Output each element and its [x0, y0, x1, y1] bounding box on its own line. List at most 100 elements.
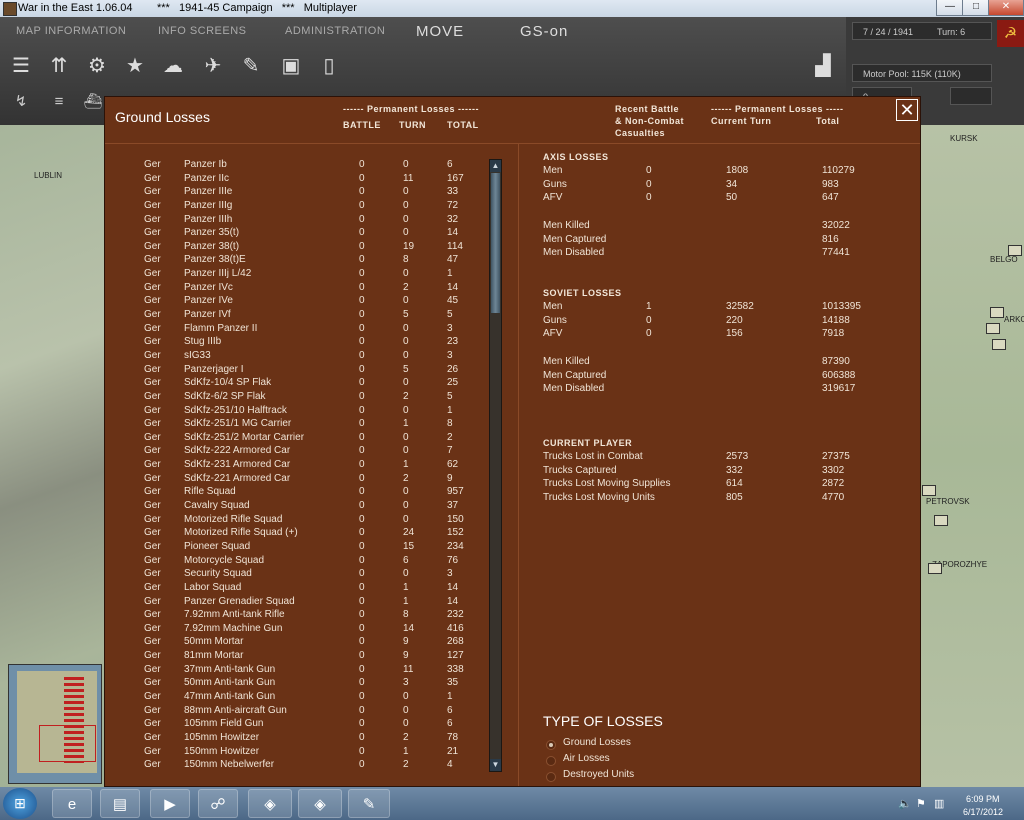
- network-icon[interactable]: ☍: [198, 789, 238, 818]
- table-row[interactable]: Ger Panzer IIIg 0 0 72: [105, 200, 495, 214]
- list-scrollbar[interactable]: ▲ ▼: [489, 159, 502, 772]
- table-row[interactable]: Ger 81mm Mortar 0 9 127: [105, 650, 495, 664]
- close-dialog-button[interactable]: ✕: [896, 99, 918, 121]
- units-icon[interactable]: ⇈: [46, 53, 72, 79]
- table-row[interactable]: Ger Panzer IIIe 0 0 33: [105, 186, 495, 200]
- table-row[interactable]: Ger Panzer 38(t)E 0 8 47: [105, 254, 495, 268]
- volume-icon[interactable]: 🔈: [898, 797, 912, 810]
- table-row[interactable]: Ger Security Squad 0 0 3: [105, 568, 495, 582]
- table-row[interactable]: Ger SdKfz-221 Armored Car 0 2 9: [105, 473, 495, 487]
- radio-ground-losses[interactable]: [546, 740, 556, 750]
- flag-icon[interactable]: ⚑: [916, 797, 926, 810]
- minimap-viewport[interactable]: [39, 725, 96, 762]
- table-row[interactable]: Ger 105mm Field Gun 0 0 6: [105, 718, 495, 732]
- table-row[interactable]: Ger Panzer IIIj L/42 0 0 1: [105, 268, 495, 282]
- table-row[interactable]: Ger Panzer IVf 0 5 5: [105, 309, 495, 323]
- star-icon[interactable]: ★: [122, 53, 148, 79]
- table-row[interactable]: Ger Panzer IVc 0 2 14: [105, 282, 495, 296]
- table-row[interactable]: Ger 47mm Anti-tank Gun 0 0 1: [105, 691, 495, 705]
- game-window-icon[interactable]: ◈: [248, 789, 292, 818]
- chart-icon[interactable]: ▟: [810, 53, 836, 79]
- map-unit-counter[interactable]: [990, 307, 1004, 318]
- table-row[interactable]: Ger sIG33 0 0 3: [105, 350, 495, 364]
- scroll-down-arrow-icon[interactable]: ▼: [490, 759, 501, 771]
- table-row[interactable]: Ger SdKfz-222 Armored Car 0 0 7: [105, 445, 495, 459]
- weather-icon[interactable]: ☁: [160, 53, 186, 79]
- table-row[interactable]: Ger Panzerjager I 0 5 26: [105, 364, 495, 378]
- radio-destroyed-units[interactable]: [546, 772, 556, 782]
- game-window-2-icon[interactable]: ◈: [298, 789, 342, 818]
- radio-air-losses[interactable]: [546, 756, 556, 766]
- table-row[interactable]: Ger Flamm Panzer II 0 0 3: [105, 323, 495, 337]
- map-unit-counter[interactable]: [986, 323, 1000, 334]
- table-row[interactable]: Ger Panzer IIIh 0 0 32: [105, 214, 495, 228]
- unit-stack-icon[interactable]: ☰: [8, 53, 34, 79]
- table-row[interactable]: Ger Cavalry Squad 0 0 37: [105, 500, 495, 514]
- folder-icon[interactable]: ▤: [100, 789, 140, 818]
- table-row[interactable]: Ger SdKfz-251/2 Mortar Carrier 0 0 2: [105, 432, 495, 446]
- network-status-icon[interactable]: ▥: [934, 797, 944, 810]
- table-row[interactable]: Ger Pioneer Squad 0 15 234: [105, 541, 495, 555]
- maximize-button[interactable]: □: [962, 0, 990, 16]
- start-button[interactable]: ⊞: [3, 788, 37, 819]
- bomb-icon[interactable]: ✎: [238, 53, 264, 79]
- table-row[interactable]: Ger Motorized Rifle Squad 0 0 150: [105, 514, 495, 528]
- gear-icon[interactable]: ⚙: [84, 53, 110, 79]
- ship-icon[interactable]: ⛴: [82, 91, 104, 113]
- table-row[interactable]: Ger Panzer Grenadier Squad 0 1 14: [105, 596, 495, 610]
- minimize-button[interactable]: —: [936, 0, 964, 16]
- table-row[interactable]: Ger SdKfz-251/10 Halftrack 0 0 1: [105, 405, 495, 419]
- supply-icon[interactable]: ▯: [316, 53, 342, 79]
- rail-icon[interactable]: ≡: [48, 91, 70, 113]
- media-player-icon[interactable]: ▶: [150, 789, 190, 818]
- move-mode-button[interactable]: MOVE: [416, 23, 464, 40]
- table-row[interactable]: Ger Panzer 35(t) 0 0 14: [105, 227, 495, 241]
- map-right[interactable]: KURSK BELGO ARKO PETROVSK ZAPOROZHYE: [920, 125, 1024, 787]
- menu-administration[interactable]: ADMINISTRATION: [285, 25, 385, 37]
- aircraft-icon[interactable]: ✈: [200, 53, 226, 79]
- paint-icon[interactable]: ✎: [348, 789, 390, 818]
- table-row[interactable]: Ger SdKfz-231 Armored Car 0 1 62: [105, 459, 495, 473]
- menu-info-screens[interactable]: INFO SCREENS: [158, 25, 247, 37]
- clock-date[interactable]: 6/17/2012: [963, 807, 1003, 817]
- fuel-icon[interactable]: ▣: [278, 53, 304, 79]
- table-row[interactable]: Ger 50mm Mortar 0 9 268: [105, 636, 495, 650]
- table-row[interactable]: Ger Motorcycle Squad 0 6 76: [105, 555, 495, 569]
- table-row[interactable]: Ger SdKfz-6/2 SP Flak 0 2 5: [105, 391, 495, 405]
- map-unit-counter[interactable]: [1008, 245, 1022, 256]
- map-unit-counter[interactable]: [992, 339, 1006, 350]
- menu-map-information[interactable]: MAP INFORMATION: [16, 25, 126, 37]
- table-row[interactable]: Ger Motorized Rifle Squad (+) 0 24 152: [105, 527, 495, 541]
- gs-on-button[interactable]: GS-on: [520, 23, 568, 40]
- table-row[interactable]: Ger SdKfz-251/1 MG Carrier 0 1 8: [105, 418, 495, 432]
- scroll-up-arrow-icon[interactable]: ▲: [490, 160, 501, 172]
- table-row[interactable]: Ger 150mm Howitzer 0 1 21: [105, 746, 495, 760]
- map-unit-counter[interactable]: [922, 485, 936, 496]
- air-losses-option-label[interactable]: Air Losses: [563, 753, 610, 764]
- ground-losses-option-label[interactable]: Ground Losses: [563, 737, 631, 748]
- close-window-button[interactable]: ✕: [988, 0, 1024, 16]
- scrollbar-thumb[interactable]: [491, 173, 500, 313]
- table-row[interactable]: Ger 105mm Howitzer 0 2 78: [105, 732, 495, 746]
- internet-explorer-icon[interactable]: e: [52, 789, 92, 818]
- table-row[interactable]: Ger 88mm Anti-aircraft Gun 0 0 6: [105, 705, 495, 719]
- table-row[interactable]: Ger Panzer IVe 0 0 45: [105, 295, 495, 309]
- hex-move-icon[interactable]: ↯: [10, 91, 32, 113]
- table-row[interactable]: Ger Stug IIIb 0 0 23: [105, 336, 495, 350]
- table-row[interactable]: Ger Panzer 38(t) 0 19 114: [105, 241, 495, 255]
- table-row[interactable]: Ger SdKfz-10/4 SP Flak 0 0 25: [105, 377, 495, 391]
- table-row[interactable]: Ger 150mm Nebelwerfer 0 2 4: [105, 759, 495, 773]
- map-unit-counter[interactable]: [934, 515, 948, 526]
- minimap[interactable]: [8, 664, 102, 784]
- table-row[interactable]: Ger 7.92mm Machine Gun 0 14 416: [105, 623, 495, 637]
- map-unit-counter[interactable]: [928, 563, 942, 574]
- table-row[interactable]: Ger Panzer Ib 0 0 6: [105, 159, 495, 173]
- table-row[interactable]: Ger 50mm Anti-tank Gun 0 3 35: [105, 677, 495, 691]
- table-row[interactable]: Ger 37mm Anti-tank Gun 0 11 338: [105, 664, 495, 678]
- clock-time[interactable]: 6:09 PM: [966, 794, 1000, 804]
- table-row[interactable]: Ger Labor Squad 0 1 14: [105, 582, 495, 596]
- destroyed-units-option-label[interactable]: Destroyed Units: [563, 769, 634, 780]
- table-row[interactable]: Ger Rifle Squad 0 0 957: [105, 486, 495, 500]
- table-row[interactable]: Ger Panzer IIc 0 11 167: [105, 173, 495, 187]
- table-row[interactable]: Ger 7.92mm Anti-tank Rifle 0 8 232: [105, 609, 495, 623]
